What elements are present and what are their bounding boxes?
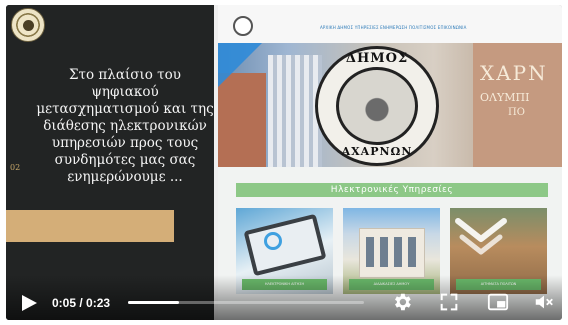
- building-image: [359, 228, 425, 278]
- site-logo-icon: [233, 16, 253, 36]
- pip-icon[interactable]: [487, 291, 509, 313]
- time-display: 0:05 / 0:23: [52, 296, 111, 310]
- volume-icon[interactable]: [533, 291, 555, 313]
- hero-building: [218, 73, 266, 167]
- gear-icon[interactable]: [391, 291, 413, 313]
- site-nav: ΑΡΧΙΚΗ ΔΗΜΟΣ ΥΠΗΡΕΣΙΕΣ ΕΝΗΜΕΡΩΣΗ ΠΟΛΙΤΙΣ…: [320, 25, 467, 30]
- municipality-seal-icon: [11, 8, 45, 42]
- municipality-seal: ΔΗΜΟΣ ΑΧΑΡΝΩΝ: [315, 46, 439, 166]
- hero-subtitle: ΟΛΥΜΠΙ: [480, 91, 530, 104]
- seal-emblem-icon: [336, 67, 418, 145]
- slide-panel: Στο πλαίσιο του ψηφιακού μετασχηματισμού…: [6, 5, 214, 320]
- tablet-image: [243, 213, 327, 277]
- slide-text: Στο πλαίσιο του ψηφιακού μετασχηματισμού…: [36, 67, 214, 185]
- website-preview: ΑΡΧΙΚΗ ΔΗΜΟΣ ΥΠΗΡΕΣΙΕΣ ΕΝΗΜΕΡΩΣΗ ΠΟΛΙΤΙΣ…: [214, 5, 562, 320]
- fullscreen-icon[interactable]: [438, 291, 460, 313]
- slide-number: 02: [10, 163, 21, 172]
- gold-accent-bar: [6, 210, 174, 242]
- seal-top-text: ΔΗΜΟΣ: [345, 51, 409, 66]
- chevron-down-icon[interactable]: [452, 215, 510, 255]
- progress-bar[interactable]: [128, 301, 364, 304]
- hero-subtitle: ΠΟ: [508, 107, 525, 118]
- services-heading: Ηλεκτρονικές Υπηρεσίες: [236, 183, 548, 197]
- dial-icon: [264, 232, 282, 250]
- video-player[interactable]: Στο πλαίσιο του ψηφιακού μετασχηματισμού…: [6, 5, 562, 320]
- site-header: ΑΡΧΙΚΗ ΔΗΜΟΣ ΥΠΗΡΕΣΙΕΣ ΕΝΗΜΕΡΩΣΗ ΠΟΛΙΤΙΣ…: [218, 5, 562, 43]
- hero-title: ΧΑΡΝ: [480, 61, 548, 85]
- hero-banner: ΧΑΡΝ ΟΛΥΜΠΙ ΠΟ ΔΗΜΟΣ ΑΧΑΡΝΩΝ: [218, 43, 562, 167]
- play-icon[interactable]: [20, 294, 38, 312]
- hero-building: [268, 55, 322, 167]
- progress-fill: [128, 301, 180, 304]
- blue-corner-decoration: [218, 43, 262, 87]
- seal-bottom-text: ΑΧΑΡΝΩΝ: [341, 145, 413, 158]
